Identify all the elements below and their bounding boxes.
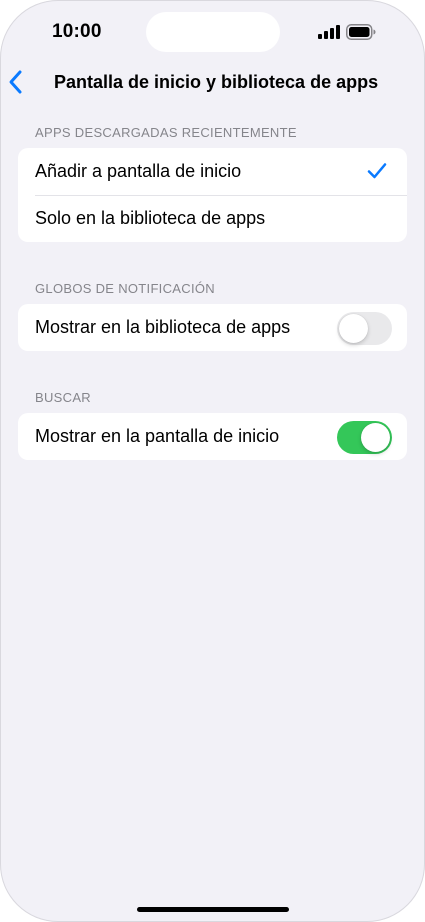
toggle-knob [339,314,368,343]
show-on-home-screen-toggle[interactable] [337,421,392,454]
phone-screen: 10:00 Pantalla de inicio y biblioteca de… [0,0,425,922]
show-in-app-library-toggle[interactable] [337,312,392,345]
checkmark-icon [367,163,387,179]
option-label: Solo en la biblioteca de apps [35,208,266,228]
notification-badges-group: Mostrar en la biblioteca de apps [18,304,407,351]
row-show-in-app-library: Mostrar en la biblioteca de apps [18,304,407,351]
back-chevron-icon[interactable] [6,68,28,96]
battery-icon [346,24,376,40]
option-app-library-only[interactable]: Solo en la biblioteca de apps [18,195,407,242]
section-header-recent-apps: APPS DESCARGADAS RECIENTEMENTE [35,125,297,140]
row-label: Mostrar en la pantalla de inicio [35,426,280,446]
navigation-bar: Pantalla de inicio y biblioteca de apps [0,62,425,102]
section-header-notification-badges: GLOBOS DE NOTIFICACIÓN [35,281,215,296]
cellular-signal-icon [318,25,340,39]
status-bar: 10:00 [0,0,425,64]
option-add-to-home-screen[interactable]: Añadir a pantalla de inicio [18,148,407,195]
option-label: Añadir a pantalla de inicio [35,161,242,181]
recent-apps-group: Añadir a pantalla de inicio Solo en la b… [18,148,407,242]
search-group: Mostrar en la pantalla de inicio [18,413,407,460]
status-time: 10:00 [52,21,102,42]
toggle-knob [361,423,390,452]
page-title: Pantalla de inicio y biblioteca de apps [54,72,379,92]
section-header-search: BUSCAR [35,390,91,405]
row-label: Mostrar en la biblioteca de apps [35,317,291,337]
dynamic-island [146,12,280,52]
home-indicator[interactable] [137,907,289,912]
row-show-on-home-screen: Mostrar en la pantalla de inicio [18,413,407,460]
